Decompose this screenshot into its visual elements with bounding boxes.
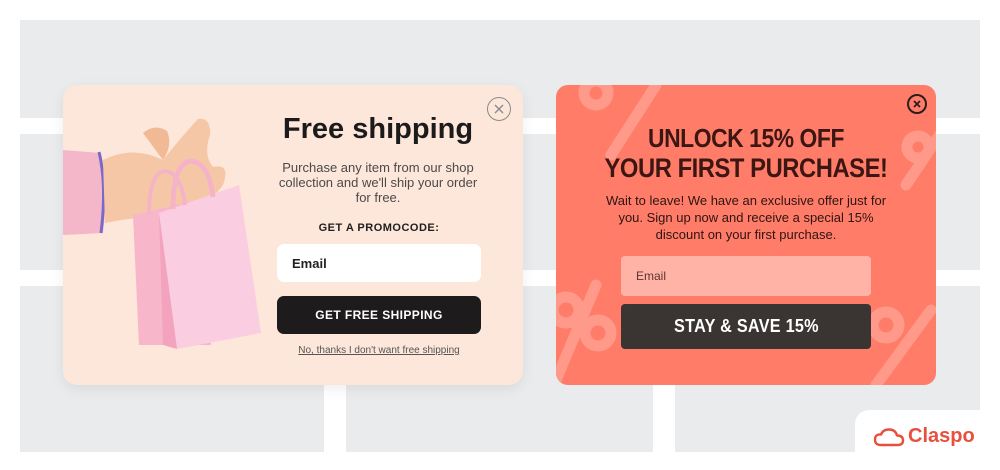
stay-and-save-label: STAY & SAVE 15% xyxy=(673,316,819,336)
email-input[interactable] xyxy=(277,244,481,282)
cloud-icon xyxy=(873,428,905,447)
email-input[interactable] xyxy=(621,256,871,296)
background-divider xyxy=(324,380,346,452)
popup-title-line1: UNLOCK 15% OFF xyxy=(648,123,844,153)
popup-title-line2: YOUR FIRST PURCHASE! xyxy=(604,153,888,183)
popup-description: Purchase any item from our shop collecti… xyxy=(278,160,478,205)
get-free-shipping-button[interactable]: GET FREE SHIPPING xyxy=(277,296,481,334)
stay-and-save-button[interactable]: STAY & SAVE 15% xyxy=(621,304,871,349)
claspo-logo: Claspo xyxy=(855,410,1000,470)
free-shipping-popup: Free shipping Purchase any item from our… xyxy=(63,85,523,385)
close-button[interactable] xyxy=(907,94,927,114)
promo-label: GET A PROMOCODE: xyxy=(318,222,440,234)
close-icon xyxy=(913,100,921,108)
discount-popup: UNLOCK 15% OFF YOUR FIRST PURCHASE! Wait… xyxy=(556,85,936,385)
popup-title: Free shipping xyxy=(282,113,474,145)
brand-name: Claspo xyxy=(908,425,975,447)
background-divider xyxy=(653,380,675,452)
decline-link[interactable]: No, thanks I don't want free shipping xyxy=(277,345,481,356)
popup-description: Wait to leave! We have an exclusive offe… xyxy=(605,193,887,242)
close-icon xyxy=(494,104,504,114)
hand-holding-bags-illustration xyxy=(63,105,278,365)
